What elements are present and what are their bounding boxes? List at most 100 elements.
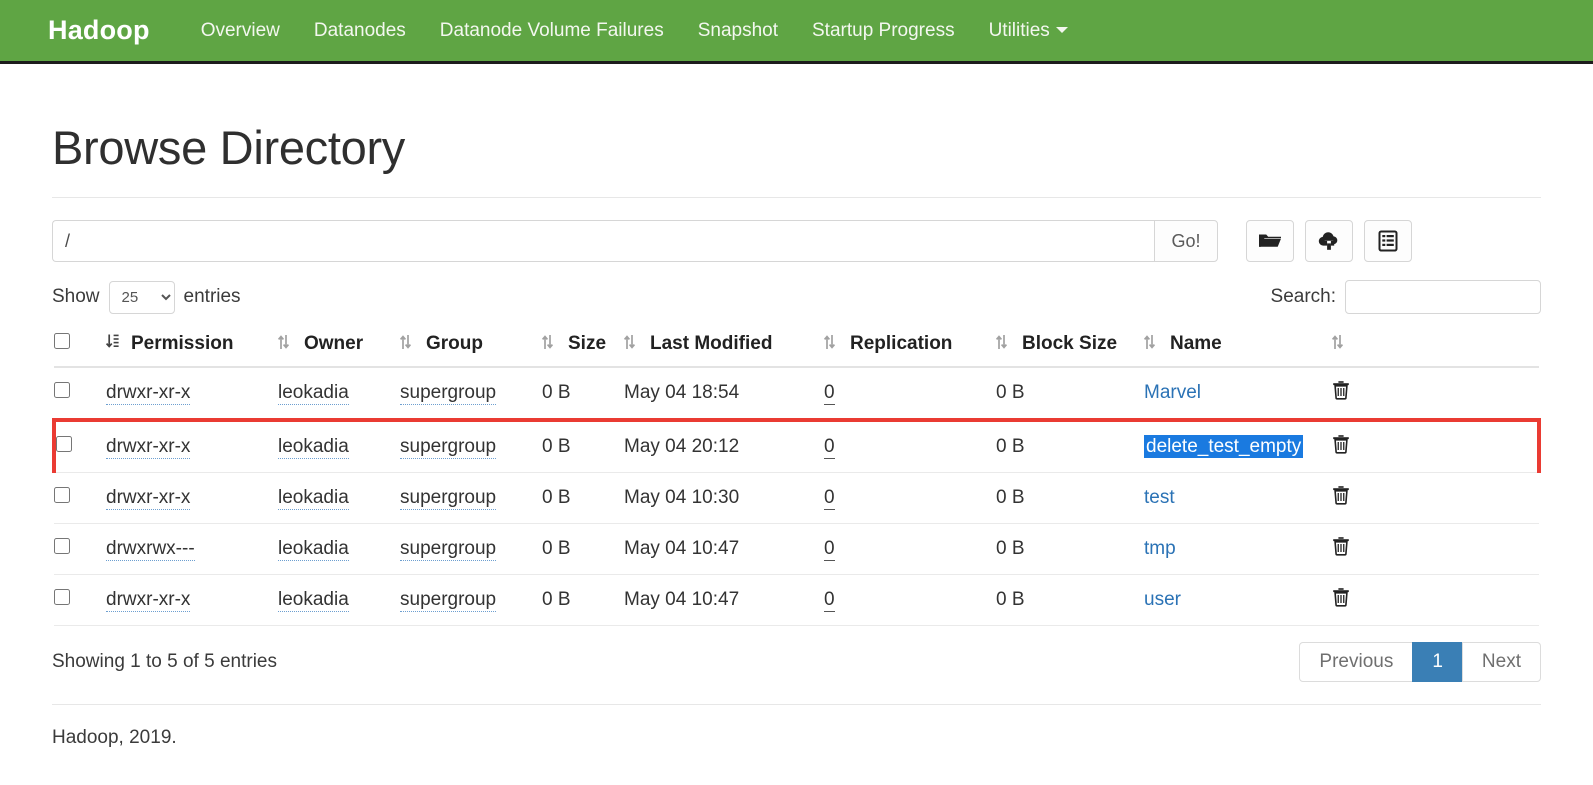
pagination-previous[interactable]: Previous bbox=[1299, 642, 1414, 682]
owner-value[interactable]: leokadia bbox=[278, 436, 349, 459]
row-checkbox[interactable] bbox=[54, 382, 70, 398]
cell-last-modified: May 04 18:54 bbox=[624, 367, 824, 421]
replication-value[interactable]: 0 bbox=[824, 382, 835, 405]
header-size[interactable]: Size bbox=[541, 323, 624, 368]
file-name-link[interactable]: test bbox=[1144, 487, 1175, 508]
file-name-link[interactable]: delete_test_empty bbox=[1144, 435, 1304, 458]
table-row[interactable]: drwxr-xr-x leokadia supergroup 0 B May 04 10… bbox=[54, 472, 1539, 524]
cell-last-modified: May 04 10:30 bbox=[624, 472, 824, 524]
nav-item-datanodes[interactable]: Datanodes bbox=[297, 20, 423, 42]
replication-value[interactable]: 0 bbox=[824, 436, 835, 459]
cut-paste-button[interactable] bbox=[1364, 220, 1412, 262]
group-value[interactable]: supergroup bbox=[400, 487, 497, 510]
permission-value[interactable]: drwxr-xr-x bbox=[106, 382, 191, 405]
file-name-link[interactable]: Marvel bbox=[1144, 382, 1201, 403]
cell-block-size: 0 B bbox=[996, 523, 1144, 575]
row-checkbox[interactable] bbox=[56, 436, 72, 452]
header-block-size[interactable]: Block Size bbox=[995, 323, 1144, 368]
header-owner[interactable]: Owner bbox=[277, 323, 400, 368]
entries-label: entries bbox=[183, 286, 241, 307]
cell-actions bbox=[1332, 367, 1539, 421]
cell-name: Marvel bbox=[1144, 367, 1332, 421]
nav-item-overview[interactable]: Overview bbox=[184, 20, 297, 42]
permission-value[interactable]: drwxrwx--- bbox=[106, 538, 195, 561]
owner-value[interactable]: leokadia bbox=[278, 487, 349, 510]
header-replication[interactable]: Replication bbox=[823, 323, 996, 368]
upload-files-button[interactable] bbox=[1305, 220, 1353, 262]
cell-actions bbox=[1332, 574, 1539, 626]
header-actions[interactable] bbox=[1331, 323, 1539, 368]
page-title: Browse Directory bbox=[52, 121, 406, 174]
row-checkbox[interactable] bbox=[54, 589, 70, 605]
row-select-cell[interactable] bbox=[54, 523, 106, 575]
header-group[interactable]: Group bbox=[399, 323, 542, 368]
cell-permission: drwxrwx--- bbox=[106, 523, 278, 575]
brand-hadoop[interactable]: Hadoop bbox=[48, 15, 150, 46]
pagination-next[interactable]: Next bbox=[1461, 642, 1541, 682]
sort-updown-icon bbox=[277, 334, 290, 356]
nav-item-utilities-label: Utilities bbox=[988, 19, 1050, 41]
cell-group: supergroup bbox=[400, 418, 542, 473]
table-row[interactable]: drwxr-xr-x leokadia supergroup 0 B May 04 18… bbox=[54, 367, 1539, 421]
delete-button[interactable] bbox=[1332, 485, 1350, 505]
row-select-cell[interactable] bbox=[54, 367, 106, 421]
nav-item-startup-progress[interactable]: Startup Progress bbox=[795, 20, 972, 42]
delete-button[interactable] bbox=[1332, 380, 1350, 400]
header-name[interactable]: Name bbox=[1143, 323, 1332, 368]
header-last-modified[interactable]: Last Modified bbox=[623, 323, 824, 368]
table-row[interactable]: drwxr-xr-x leokadia supergroup 0 B May 04 20… bbox=[52, 418, 1541, 473]
row-select-cell[interactable] bbox=[54, 574, 106, 626]
permission-value[interactable]: drwxr-xr-x bbox=[106, 589, 191, 612]
cell-owner: leokadia bbox=[278, 418, 400, 473]
group-value[interactable]: supergroup bbox=[400, 538, 497, 561]
row-select-cell[interactable] bbox=[54, 472, 106, 524]
delete-button[interactable] bbox=[1332, 587, 1350, 607]
cell-actions bbox=[1332, 472, 1539, 524]
path-input[interactable] bbox=[52, 220, 1154, 262]
group-value[interactable]: supergroup bbox=[400, 382, 497, 405]
table-head: Permission Owner Group Size Last Modifie… bbox=[54, 323, 1539, 368]
go-button[interactable]: Go! bbox=[1154, 220, 1218, 262]
clipboard-list-icon bbox=[1377, 230, 1399, 252]
select-all-checkbox[interactable] bbox=[54, 332, 70, 349]
owner-value[interactable]: leokadia bbox=[278, 589, 349, 612]
delete-button[interactable] bbox=[1332, 434, 1350, 454]
group-value[interactable]: supergroup bbox=[400, 589, 497, 612]
cell-name: tmp bbox=[1144, 523, 1332, 575]
cell-group: supergroup bbox=[400, 367, 542, 421]
header-permission[interactable]: Permission bbox=[105, 323, 278, 368]
cell-name: test bbox=[1144, 472, 1332, 524]
replication-value[interactable]: 0 bbox=[824, 487, 835, 510]
permission-value[interactable]: drwxr-xr-x bbox=[106, 487, 191, 510]
delete-button[interactable] bbox=[1332, 536, 1350, 556]
nav-item-snapshot[interactable]: Snapshot bbox=[681, 20, 795, 42]
header-size-label: Size bbox=[568, 332, 607, 354]
search-input[interactable] bbox=[1345, 280, 1541, 314]
title-divider bbox=[52, 197, 1541, 198]
cell-block-size: 0 B bbox=[996, 367, 1144, 421]
owner-value[interactable]: leokadia bbox=[278, 538, 349, 561]
row-checkbox[interactable] bbox=[54, 538, 70, 554]
table-row[interactable]: drwxrwx--- leokadia supergroup 0 B May 04 10… bbox=[54, 523, 1539, 575]
permission-value[interactable]: drwxr-xr-x bbox=[106, 436, 191, 459]
replication-value[interactable]: 0 bbox=[824, 589, 835, 612]
nav-item-utilities[interactable]: Utilities bbox=[972, 20, 1085, 42]
owner-value[interactable]: leokadia bbox=[278, 382, 349, 405]
table-row[interactable]: drwxr-xr-x leokadia supergroup 0 B May 04 10… bbox=[54, 574, 1539, 626]
file-name-link[interactable]: user bbox=[1144, 589, 1181, 610]
replication-value[interactable]: 0 bbox=[824, 538, 835, 561]
create-directory-button[interactable] bbox=[1246, 220, 1294, 262]
page-length-select[interactable]: 25 bbox=[108, 280, 175, 314]
nav-item-datanode-volume-failures[interactable]: Datanode Volume Failures bbox=[423, 20, 681, 42]
cloud-upload-icon bbox=[1317, 231, 1341, 251]
cell-replication: 0 bbox=[824, 472, 996, 524]
directory-listing-table: Permission Owner Group Size Last Modifie… bbox=[52, 323, 1541, 626]
group-value[interactable]: supergroup bbox=[400, 436, 497, 459]
header-block-size-label: Block Size bbox=[1022, 332, 1118, 354]
file-name-link[interactable]: tmp bbox=[1144, 538, 1176, 559]
path-input-group: Go! bbox=[52, 220, 1218, 262]
header-select-all[interactable] bbox=[54, 323, 106, 368]
row-select-cell[interactable] bbox=[52, 418, 106, 473]
row-checkbox[interactable] bbox=[54, 487, 70, 503]
pagination-page-1[interactable]: 1 bbox=[1412, 642, 1463, 682]
